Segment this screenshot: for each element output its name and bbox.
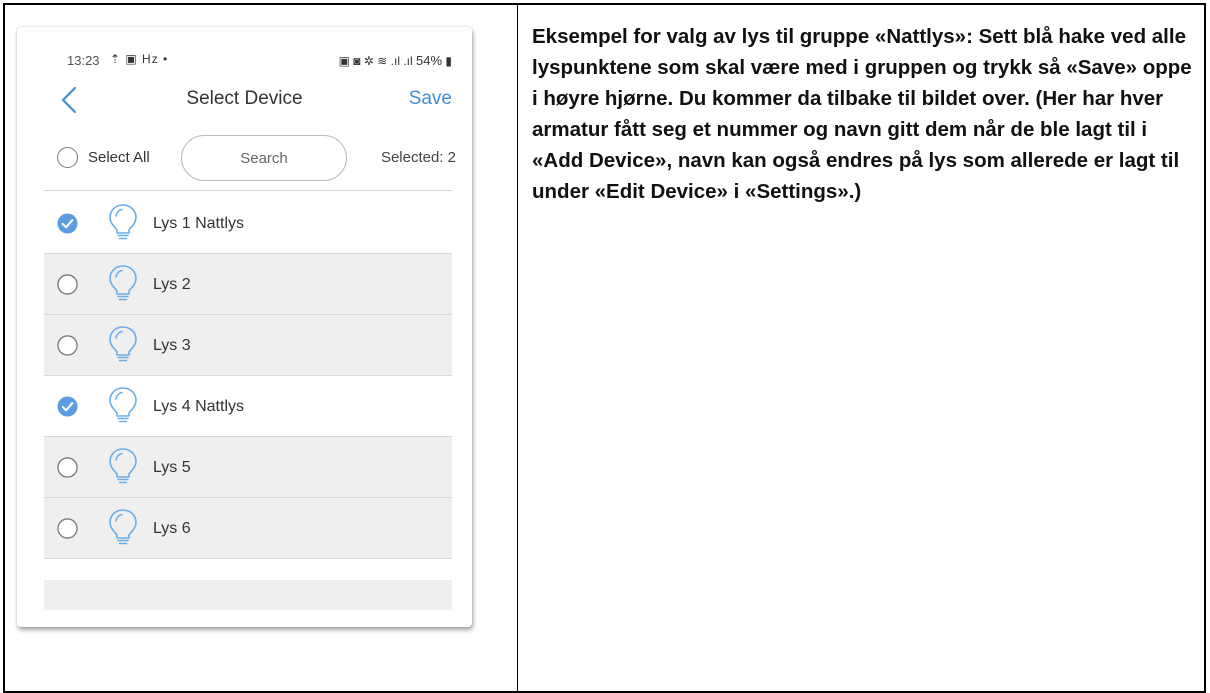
device-row[interactable]: Lys 3	[44, 315, 452, 376]
device-label: Lys 1 Nattlys	[153, 215, 244, 232]
select-all-label: Select All	[88, 149, 150, 166]
app-screenshot: 13:23 ⇡ ▣ Hᴢ • ▣ ◙ ✲ ≋ .ıl .ıl 54% ▮ Sel…	[17, 27, 472, 627]
device-label: Lys 4 Nattlys	[153, 398, 244, 415]
lightbulb-icon	[109, 265, 137, 301]
search-input[interactable]	[181, 135, 347, 181]
lightbulb-icon	[109, 448, 137, 484]
page-title: Select Device	[186, 88, 303, 109]
status-system-icons: ▣ ◙ ✲ ≋ .ıl .ıl 54% ▮	[339, 53, 452, 68]
select-all-toggle[interactable]: Select All	[57, 147, 150, 168]
select-device-screen: 13:23 ⇡ ▣ Hᴢ • ▣ ◙ ✲ ≋ .ıl .ıl 54% ▮ Sel…	[17, 27, 472, 627]
device-row[interactable]: Lys 1 Nattlys	[44, 193, 452, 254]
radio-empty-icon[interactable]	[57, 518, 78, 539]
device-row[interactable]: Lys 5	[44, 437, 452, 498]
status-notification-icons: ⇡ ▣ Hᴢ •	[110, 52, 169, 66]
lightbulb-icon	[109, 387, 137, 423]
device-label: Lys 3	[153, 337, 191, 354]
device-label: Lys 5	[153, 459, 191, 476]
status-connectivity-icons: ▣ ◙ ✲ ≋ .ıl .ıl	[338, 54, 413, 68]
radio-empty-icon[interactable]	[57, 274, 78, 295]
device-label: Lys 2	[153, 276, 191, 293]
device-row[interactable]: Lys 2	[44, 254, 452, 315]
battery-icon: ▮	[445, 54, 452, 68]
check-circle-icon[interactable]	[57, 213, 78, 234]
lightbulb-icon	[109, 509, 137, 545]
selected-count: Selected: 2	[380, 149, 456, 166]
device-label: Lys 6	[153, 520, 191, 537]
radio-empty-icon[interactable]	[57, 457, 78, 478]
status-time: 13:23	[67, 53, 100, 68]
column-divider	[517, 5, 518, 691]
device-row[interactable]: Lys 4 Nattlys	[44, 376, 452, 437]
status-bar: 13:23 ⇡ ▣ Hᴢ • ▣ ◙ ✲ ≋ .ıl .ıl 54% ▮	[67, 49, 452, 69]
lightbulb-icon	[109, 204, 137, 240]
toolbar-divider	[44, 190, 452, 191]
nav-bar: Select Device Save	[17, 79, 472, 119]
device-list: Lys 1 Nattlys Lys 2 Lys 3 Lys 4 Nattlys Lys …	[44, 193, 452, 559]
selection-toolbar: Select All Selected: 2	[17, 127, 472, 187]
radio-empty-icon	[57, 147, 78, 168]
document-table: 13:23 ⇡ ▣ Hᴢ • ▣ ◙ ✲ ≋ .ıl .ıl 54% ▮ Sel…	[3, 3, 1206, 693]
device-row[interactable]: Lys 6	[44, 498, 452, 559]
radio-empty-icon[interactable]	[57, 335, 78, 356]
lightbulb-icon	[109, 326, 137, 362]
check-circle-icon[interactable]	[57, 396, 78, 417]
instruction-text: Eksempel for valg av lys til gruppe «Nat…	[532, 25, 1192, 203]
save-button[interactable]: Save	[409, 88, 452, 110]
list-footer-space	[44, 580, 452, 610]
battery-level: 54%	[416, 53, 443, 68]
